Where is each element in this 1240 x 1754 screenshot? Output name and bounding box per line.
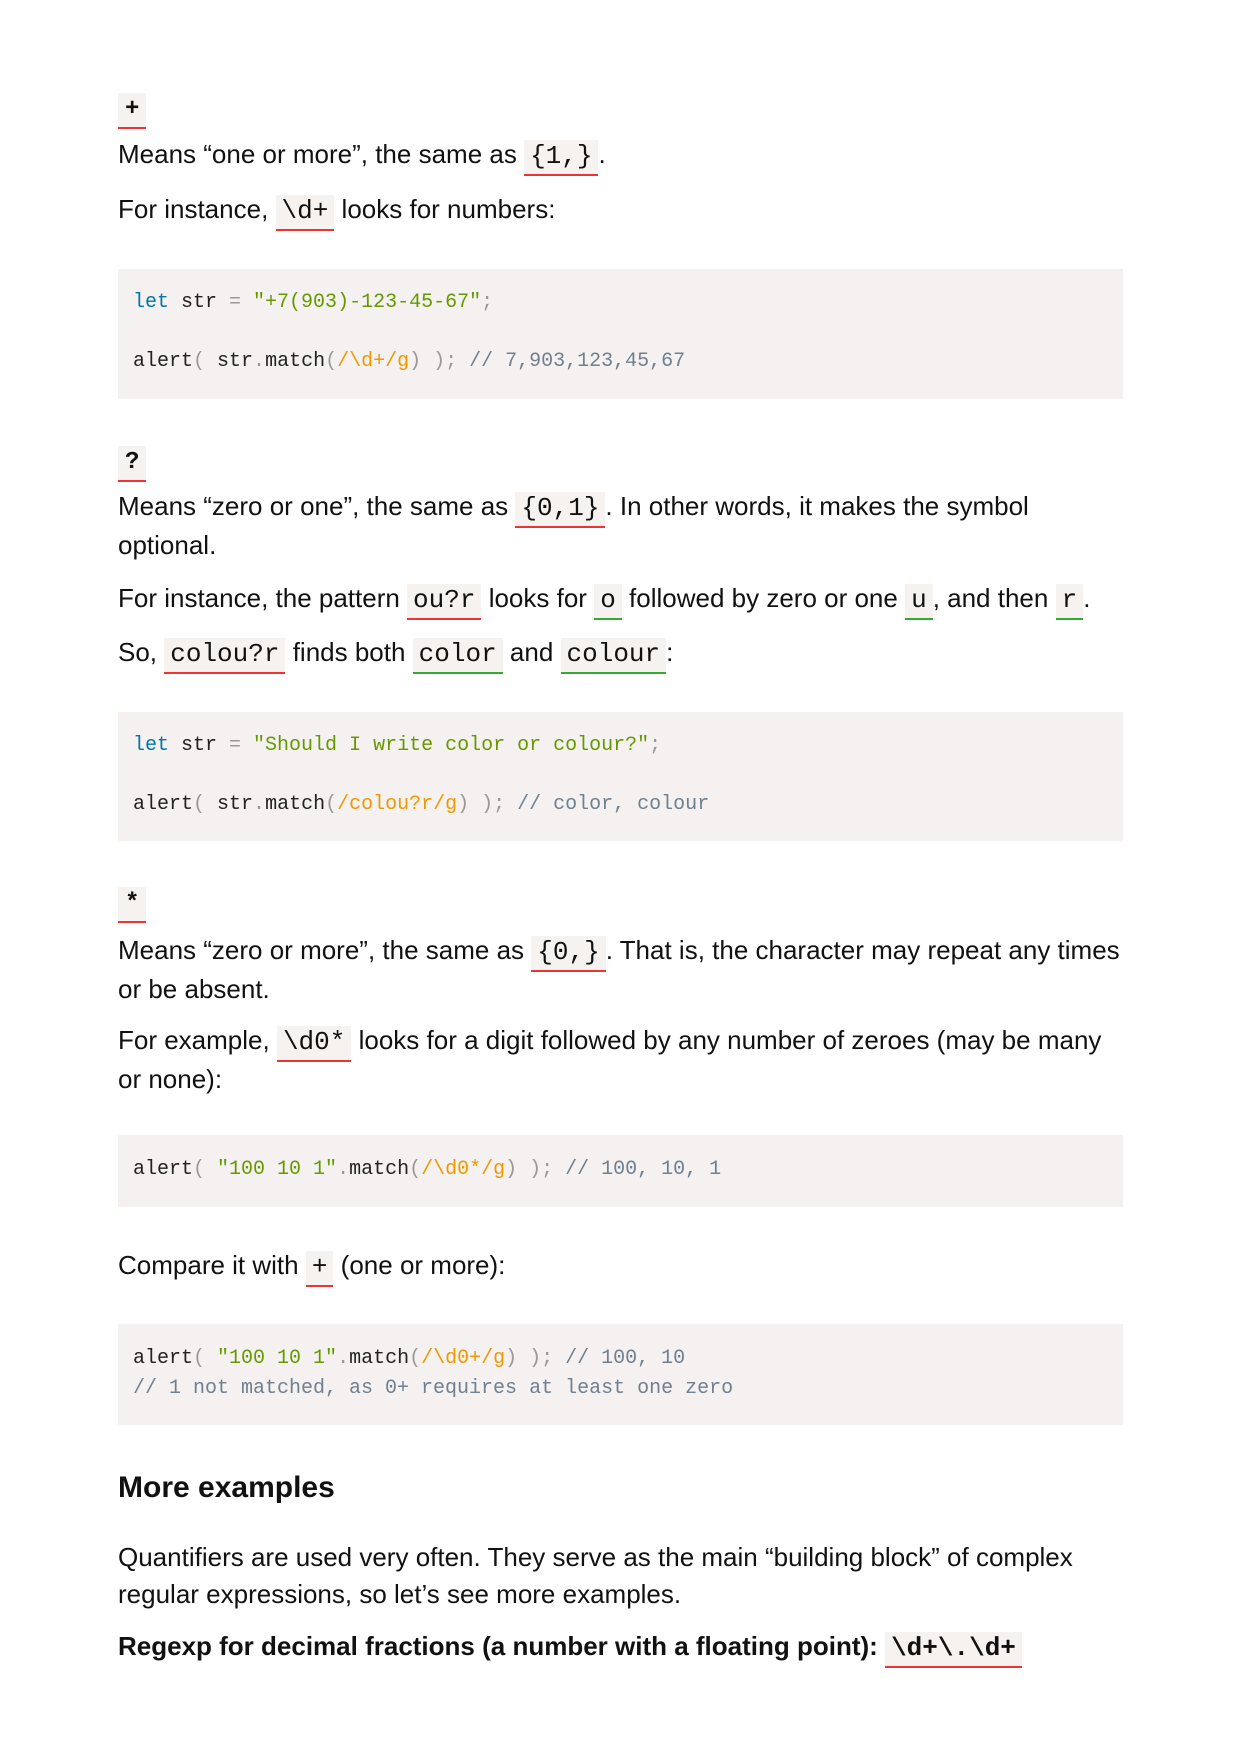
- inline-code: \d0*: [276, 1026, 352, 1062]
- code-line: alert( str.match(/colou?r/g) ); // color…: [133, 793, 710, 816]
- paragraph: For instance, the pattern ou?r looks for…: [118, 580, 1123, 620]
- text: Means “zero or one”, the same as: [118, 491, 516, 521]
- text: Means “one or more”, the same as: [118, 139, 525, 169]
- code-comment-line: // 1 not matched, as 0+ requires at leas…: [133, 1377, 734, 1400]
- quantifier-star-heading: *: [118, 882, 1123, 923]
- inline-code: \d+: [275, 195, 335, 231]
- inline-code: colou?r: [164, 638, 286, 674]
- code-block: alert( "100 10 1".match(/\d0+/g) ); // 1…: [118, 1324, 1123, 1425]
- text: For instance,: [118, 194, 276, 224]
- inline-code: colour: [560, 638, 667, 674]
- inline-code: color: [412, 638, 503, 674]
- code-block: let str = "Should I write color or colou…: [118, 712, 1123, 841]
- code-line: alert( "100 10 1".match(/\d0+/g) ); // 1…: [133, 1347, 686, 1370]
- paragraph: Means “zero or one”, the same as {0,1}. …: [118, 488, 1123, 564]
- paragraph: For instance, \d+ looks for numbers:: [118, 191, 1123, 231]
- paragraph: Compare it with + (one or more):: [118, 1247, 1123, 1287]
- paragraph: For example, \d0* looks for a digit foll…: [118, 1025, 1102, 1094]
- inline-code: \d+\.\d+: [885, 1632, 1022, 1668]
- quantifier-tag: +: [118, 93, 147, 129]
- quantifier-tag: ?: [118, 446, 147, 482]
- paragraph: So, colou?r finds both color and colour:: [118, 634, 1123, 674]
- quantifier-question-heading: ?: [118, 441, 1123, 482]
- inline-code: {0,1}: [515, 492, 606, 528]
- code-line: alert( str.match(/\d+/g) ); // 7,903,123…: [133, 350, 686, 373]
- inline-code: {1,}: [524, 140, 599, 176]
- code-block: alert( "100 10 1".match(/\d0*/g) ); // 1…: [118, 1135, 1123, 1207]
- quantifier-tag: *: [118, 887, 147, 923]
- section-heading: More examples: [118, 1471, 335, 1504]
- paragraph: Means “zero or more”, the same as {0,}. …: [118, 935, 1120, 1004]
- inline-code: {0,}: [531, 936, 606, 972]
- inline-code: ou?r: [407, 584, 482, 620]
- inline-code: u: [905, 584, 933, 620]
- text: .: [598, 139, 606, 169]
- paragraph: Quantifiers are used very often. They se…: [118, 1542, 1073, 1609]
- inline-code: o: [594, 584, 622, 620]
- paragraph-bold: Regexp for decimal fractions (a number w…: [118, 1628, 1123, 1668]
- inline-code: r: [1055, 584, 1084, 620]
- text: looks for numbers:: [334, 194, 556, 224]
- code-block: let str = "+7(903)-123-45-67"; alert( st…: [118, 269, 1123, 399]
- code-line: alert( "100 10 1".match(/\d0*/g) ); // 1…: [133, 1158, 722, 1181]
- code-line: let str = "Should I write color or colou…: [133, 734, 662, 757]
- code-line: let str = "+7(903)-123-45-67";: [133, 291, 494, 314]
- inline-code: +: [305, 1251, 334, 1287]
- quantifier-plus-heading: +: [118, 88, 1123, 129]
- paragraph: Means “one or more”, the same as {1,}.: [118, 136, 1123, 176]
